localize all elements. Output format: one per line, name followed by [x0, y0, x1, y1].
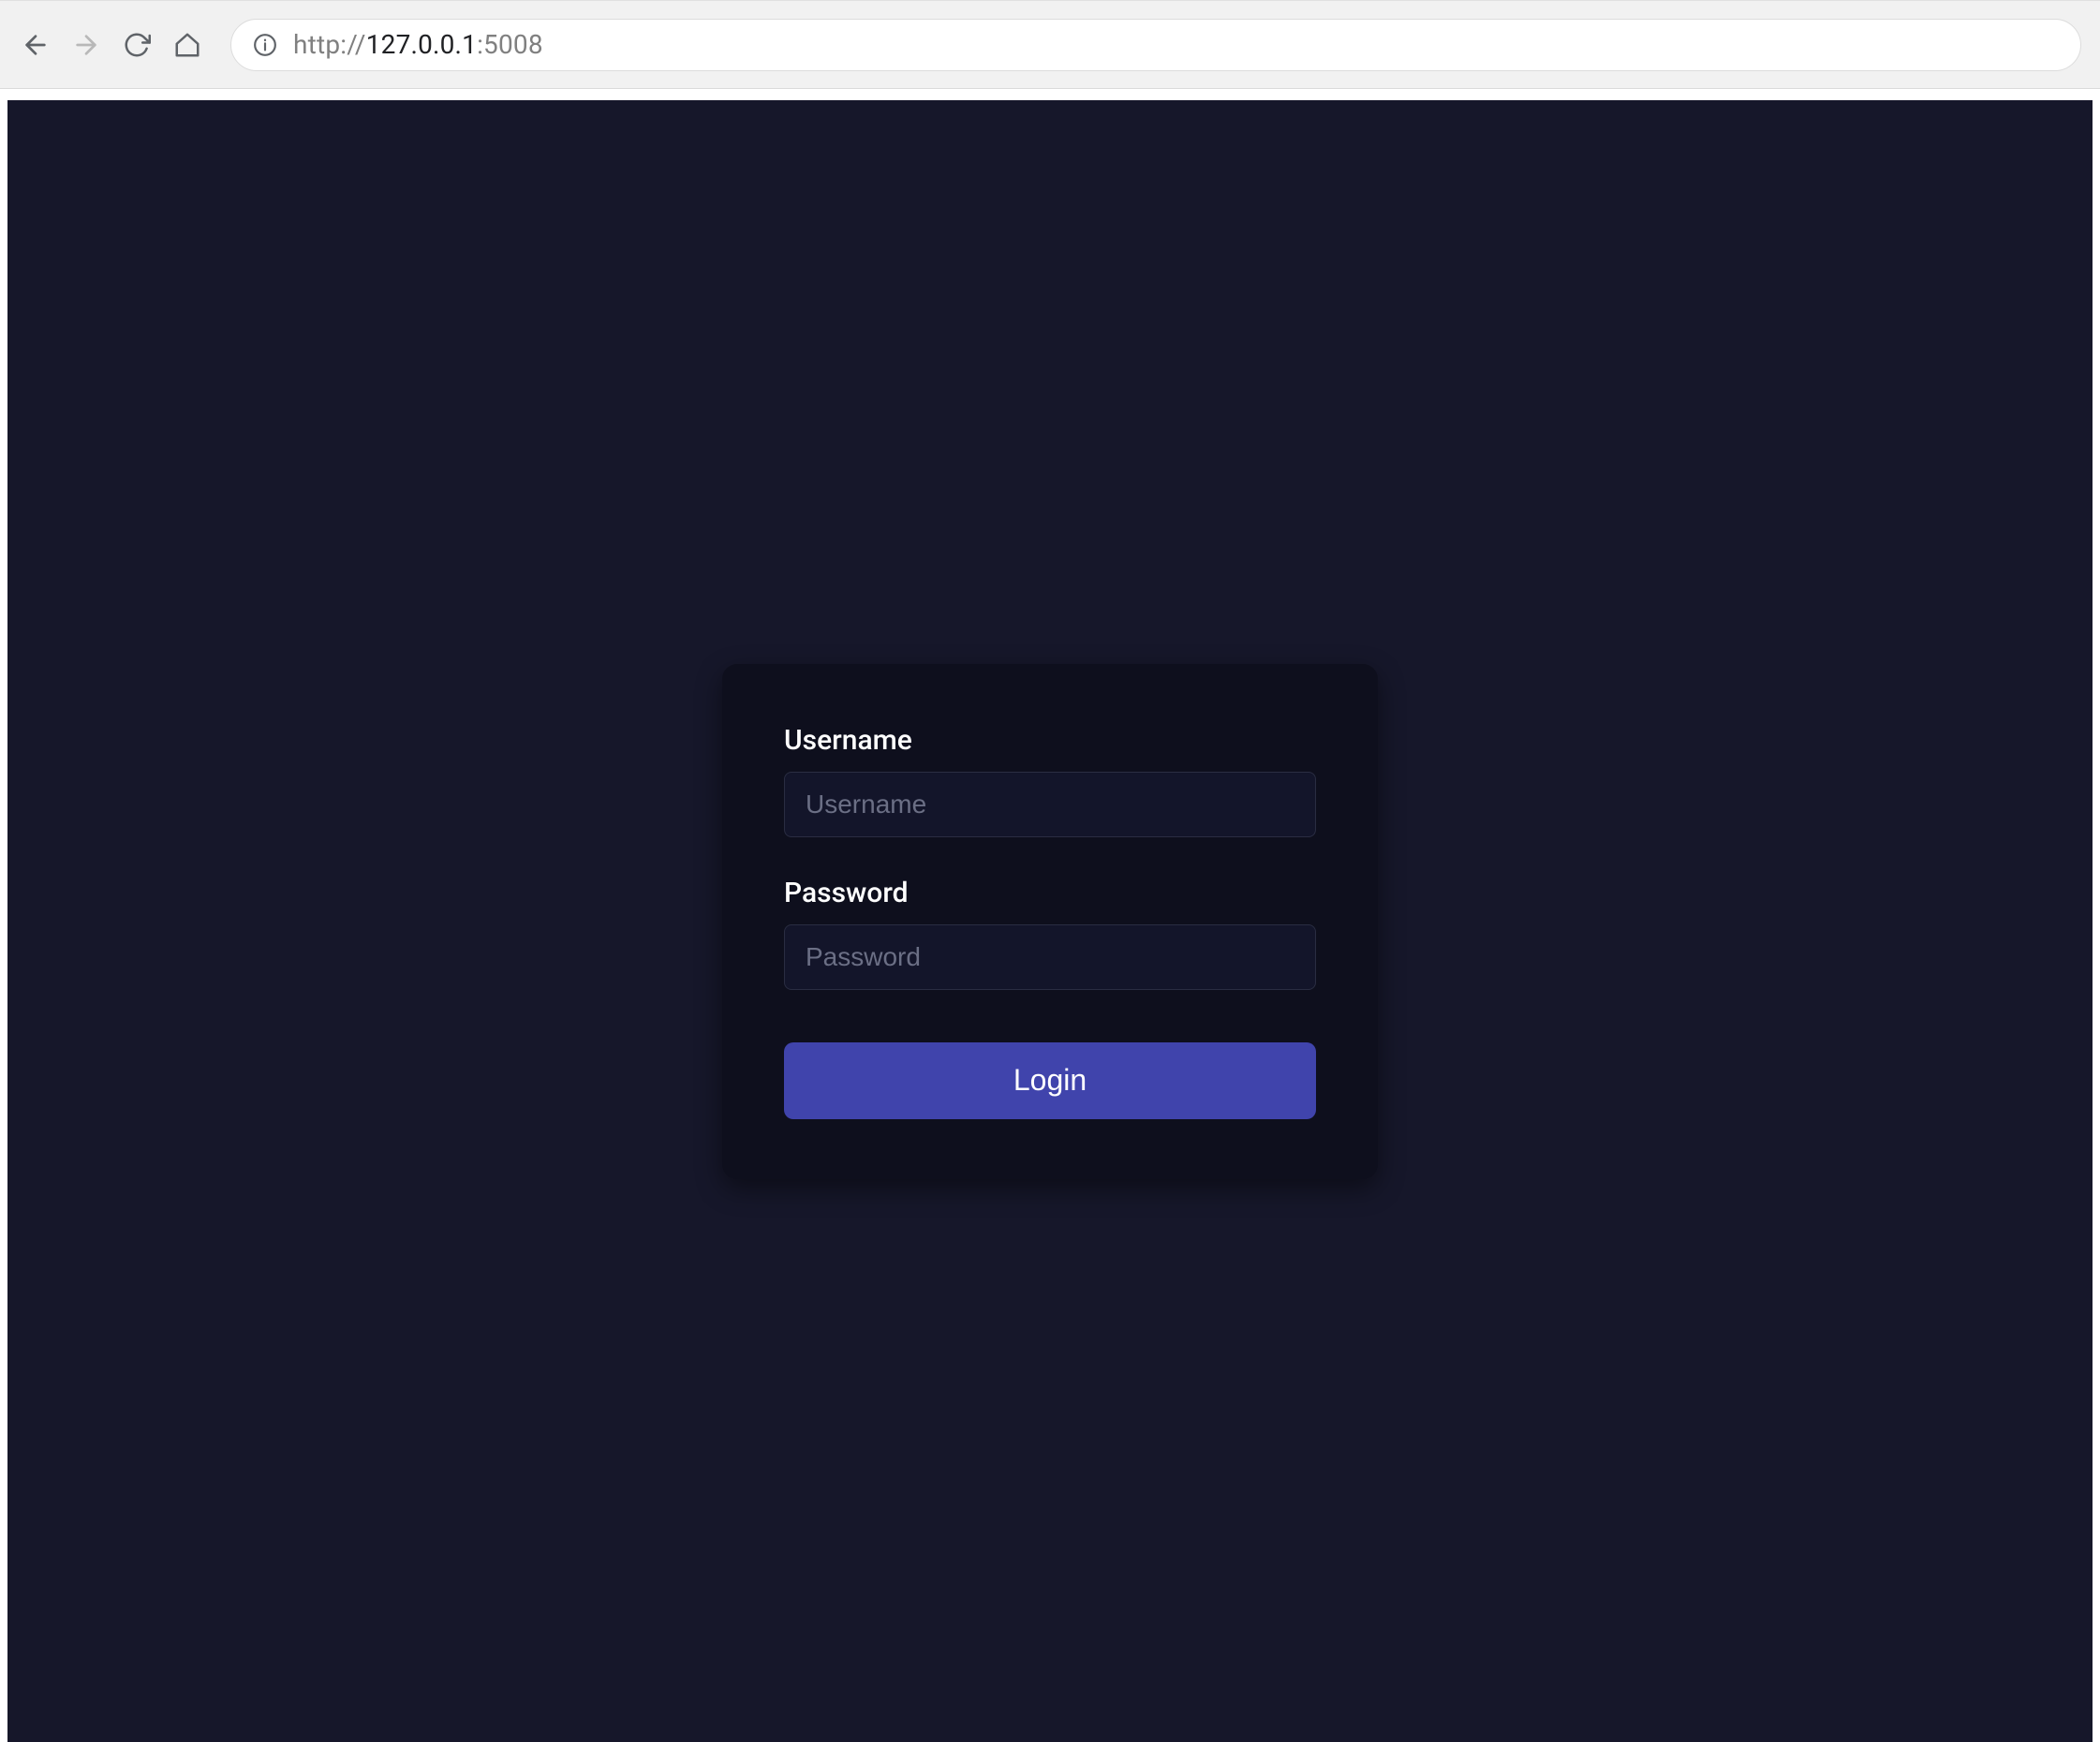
page-content: Username Password Login: [7, 100, 2093, 1742]
username-label: Username: [784, 724, 1316, 757]
home-button[interactable]: [170, 28, 204, 62]
home-icon: [173, 31, 201, 59]
info-icon: [253, 33, 277, 57]
forward-button[interactable]: [69, 28, 103, 62]
reload-icon: [123, 31, 151, 59]
username-input[interactable]: [784, 772, 1316, 837]
url-scheme: http://: [293, 29, 366, 60]
arrow-left-icon: [21, 30, 51, 60]
url-port: :5008: [477, 29, 543, 60]
address-bar[interactable]: http://127.0.0.1:5008: [230, 19, 2081, 71]
username-group: Username: [784, 724, 1316, 837]
back-button[interactable]: [19, 28, 52, 62]
site-info-button[interactable]: [252, 32, 278, 58]
reload-button[interactable]: [120, 28, 154, 62]
login-card: Username Password Login: [722, 664, 1378, 1179]
arrow-right-icon: [71, 30, 101, 60]
password-label: Password: [784, 877, 1316, 909]
browser-toolbar: http://127.0.0.1:5008: [0, 0, 2100, 89]
password-group: Password: [784, 877, 1316, 990]
login-button[interactable]: Login: [784, 1042, 1316, 1119]
password-input[interactable]: [784, 924, 1316, 990]
page-viewport: Username Password Login: [0, 89, 2100, 1742]
url-text: http://127.0.0.1:5008: [293, 29, 543, 60]
url-host: 127.0.0.1: [366, 29, 477, 60]
